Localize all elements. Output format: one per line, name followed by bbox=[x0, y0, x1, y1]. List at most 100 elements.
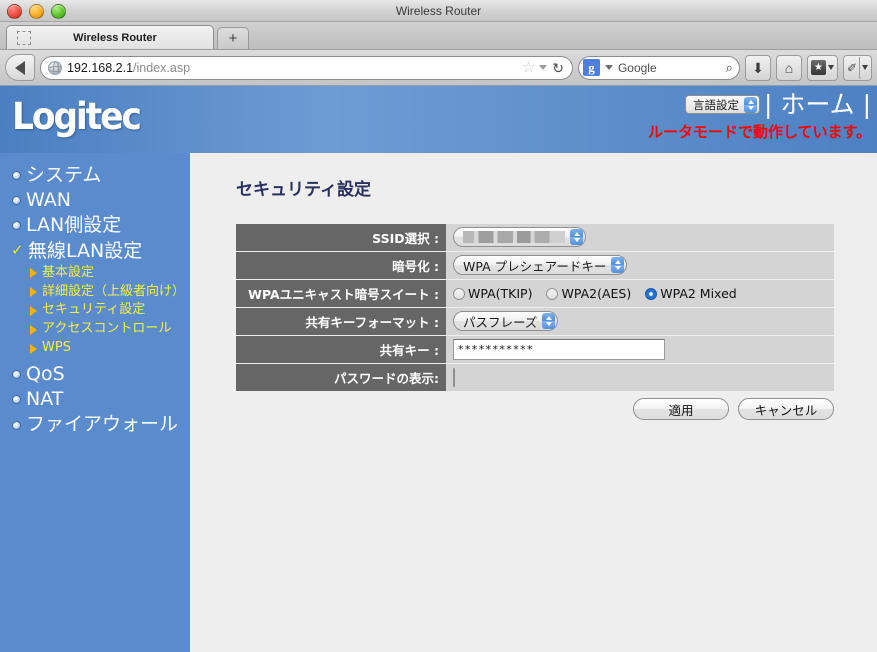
stepper-up-icon bbox=[614, 260, 621, 265]
customize-chevron-icon bbox=[862, 65, 868, 70]
customize-button[interactable]: ✐ bbox=[842, 54, 872, 81]
home-icon: ⌂ bbox=[784, 59, 794, 76]
bookmark-star-icon: ★ bbox=[810, 60, 826, 75]
router-mode-status: ルータモードで動作しています。 bbox=[647, 123, 871, 141]
arrow-right-icon bbox=[30, 305, 37, 316]
content-area: セキュリティ設定 SSID選択 : 暗号化: WPA プレシェアードキー WP… bbox=[190, 153, 877, 652]
stepper-down-icon bbox=[747, 105, 754, 110]
radio-icon-selected bbox=[645, 287, 658, 300]
router-page: Logitec 言語設定 | ホーム | ルータモードで動作しています。 システ… bbox=[0, 86, 877, 652]
table-row: 共有キー : *********** bbox=[236, 335, 834, 364]
stepper-icon bbox=[611, 257, 625, 274]
encryption-select[interactable]: WPA プレシェアードキー bbox=[453, 255, 628, 276]
radio-wpa-tkip[interactable]: WPA(TKIP) bbox=[453, 286, 532, 301]
downloads-button[interactable]: ⬇ bbox=[744, 54, 771, 81]
new-tab-button[interactable]: + bbox=[217, 27, 249, 49]
search-icon[interactable]: ⌕ bbox=[726, 60, 733, 76]
address-bar[interactable]: 192.168.2.1/index.asp ☆ ↻ bbox=[40, 55, 573, 80]
encryption-label: 暗号化 : bbox=[236, 251, 446, 280]
form-button-row: 適用 キャンセル bbox=[236, 398, 834, 420]
sidebar-subitem-access-control[interactable]: アクセスコントロール bbox=[0, 320, 190, 339]
radio-label: WPA2 Mixed bbox=[660, 286, 737, 301]
search-input[interactable]: Google bbox=[618, 61, 726, 75]
scribble-icon: ✐ bbox=[846, 60, 857, 75]
home-button[interactable]: ⌂ bbox=[775, 54, 802, 81]
google-icon: g bbox=[582, 59, 600, 76]
stepper-icon bbox=[542, 313, 556, 330]
radio-label: WPA(TKIP) bbox=[468, 286, 533, 301]
ssid-cell bbox=[446, 224, 834, 252]
key-format-cell: パスフレーズ bbox=[446, 307, 834, 336]
table-row: WPAユニキャスト暗号スイート : WPA(TKIP) WPA2(AES) WP… bbox=[236, 279, 834, 308]
key-format-select[interactable]: パスフレーズ bbox=[453, 311, 559, 332]
divider bbox=[859, 56, 860, 79]
home-link[interactable]: | ホーム | bbox=[764, 92, 871, 117]
table-row: 暗号化 : WPA プレシェアードキー bbox=[236, 251, 834, 280]
window-controls bbox=[7, 4, 66, 19]
close-window-button[interactable] bbox=[7, 4, 22, 19]
sidebar-item-system[interactable]: システム bbox=[0, 163, 190, 188]
sidebar-subitem-advanced[interactable]: 詳細設定（上級者向け） bbox=[0, 283, 190, 302]
search-engine-chevron-icon[interactable] bbox=[604, 65, 613, 70]
star-icon[interactable]: ☆ bbox=[522, 60, 535, 75]
radio-wpa2-mixed[interactable]: WPA2 Mixed bbox=[645, 286, 737, 301]
search-bar[interactable]: g Google ⌕ bbox=[577, 55, 740, 80]
ssid-select[interactable] bbox=[453, 227, 586, 247]
radio-label: WPA2(AES) bbox=[561, 286, 632, 301]
language-select[interactable]: 言語設定 bbox=[685, 95, 760, 114]
sidebar-subitem-label: アクセスコントロール bbox=[42, 321, 172, 337]
minimize-window-button[interactable] bbox=[29, 4, 44, 19]
cancel-button[interactable]: キャンセル bbox=[738, 398, 834, 420]
radio-icon bbox=[546, 287, 559, 300]
page-title: セキュリティ設定 bbox=[236, 180, 371, 200]
sidebar-item-nat[interactable]: NAT bbox=[0, 387, 190, 412]
encryption-cell: WPA プレシェアードキー bbox=[446, 251, 834, 280]
sidebar-item-label: NAT bbox=[26, 388, 64, 411]
sidebar-subitem-security[interactable]: セキュリティ設定 bbox=[0, 301, 190, 320]
back-arrow-icon bbox=[15, 60, 25, 75]
stepper-down-icon bbox=[573, 238, 580, 242]
show-password-checkbox[interactable] bbox=[453, 367, 455, 387]
header-top-row: 言語設定 | ホーム | bbox=[685, 92, 871, 117]
arrow-right-icon bbox=[30, 268, 37, 279]
radio-icon bbox=[453, 287, 465, 300]
sidebar-item-qos[interactable]: QoS bbox=[0, 362, 190, 387]
window-title: Wireless Router bbox=[395, 3, 482, 18]
stepper-up-icon bbox=[545, 316, 552, 321]
reload-icon[interactable]: ↻ bbox=[552, 61, 564, 75]
bullet-icon bbox=[12, 370, 21, 380]
browser-window: Wireless Router Wireless Router + 192.16… bbox=[0, 0, 877, 652]
sidebar-item-firewall[interactable]: ファイアウォール bbox=[0, 412, 190, 437]
chevron-down-icon[interactable] bbox=[539, 65, 548, 70]
bullet-icon bbox=[12, 420, 21, 430]
apply-button[interactable]: 適用 bbox=[633, 398, 729, 420]
show-password-cell bbox=[446, 363, 834, 392]
router-header: Logitec 言語設定 | ホーム | ルータモードで動作しています。 bbox=[0, 86, 877, 153]
back-button[interactable] bbox=[5, 54, 35, 81]
bullet-icon bbox=[12, 221, 21, 231]
bullet-icon bbox=[12, 196, 21, 206]
url-path: /index.asp bbox=[133, 60, 191, 75]
navigation-toolbar: 192.168.2.1/index.asp ☆ ↻ g Google ⌕ ⬇ ⌂… bbox=[0, 50, 877, 86]
sidebar-item-wireless-lan[interactable]: 無線LAN設定 bbox=[0, 239, 190, 264]
tab-strip: Wireless Router + bbox=[0, 22, 877, 50]
sidebar-subitem-basic[interactable]: 基本設定 bbox=[0, 264, 190, 283]
sidebar-subitem-wps[interactable]: WPS bbox=[0, 339, 190, 358]
key-format-label: 共有キーフォーマット : bbox=[236, 307, 446, 336]
tab-label: Wireless Router bbox=[73, 31, 157, 44]
radio-wpa2-aes[interactable]: WPA2(AES) bbox=[546, 286, 631, 301]
maximize-window-button[interactable] bbox=[51, 4, 66, 19]
stepper-up-icon bbox=[747, 99, 754, 104]
url-host: 192.168.2.1 bbox=[67, 60, 134, 75]
bookmarks-button[interactable]: ★ bbox=[806, 54, 838, 81]
show-password-label: パスワードの表示: bbox=[236, 363, 446, 392]
tab-wireless-router[interactable]: Wireless Router bbox=[6, 25, 214, 49]
sidebar-item-label: LAN側設定 bbox=[26, 214, 122, 237]
arrow-right-icon bbox=[30, 343, 37, 354]
shared-key-input[interactable]: *********** bbox=[453, 339, 665, 360]
stepper-down-icon bbox=[545, 322, 552, 327]
stepper-down-icon bbox=[614, 266, 621, 271]
sidebar-item-wan[interactable]: WAN bbox=[0, 188, 190, 213]
language-select-label: 言語設定 bbox=[693, 99, 739, 112]
sidebar-item-lan[interactable]: LAN側設定 bbox=[0, 213, 190, 238]
